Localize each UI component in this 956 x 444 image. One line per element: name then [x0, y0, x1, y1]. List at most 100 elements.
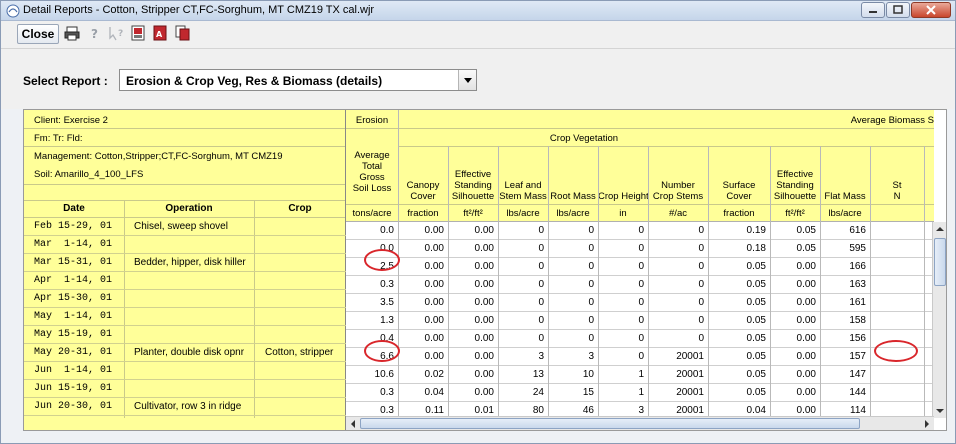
report-select-dropdown[interactable]: Erosion & Crop Veg, Res & Biomass (detai… — [119, 69, 477, 91]
table-cell: 0.00 — [424, 261, 444, 272]
grid-column-header: Effective Standing Silhouette — [451, 169, 495, 202]
grid-column-unit: ft²/ft² — [463, 208, 483, 219]
table-cell: 0.01 — [474, 405, 494, 416]
table-cell: 0 — [588, 225, 594, 236]
help-icon: ? — [91, 27, 98, 41]
context-help-button[interactable]: ? — [107, 24, 127, 44]
scroll-left-icon[interactable] — [346, 417, 360, 431]
table-cell: 157 — [849, 351, 866, 362]
table-row[interactable]: May 1-14, 01 — [24, 308, 346, 326]
chevron-down-icon[interactable] — [458, 70, 476, 90]
table-row[interactable]: 0.3 0.04 0.00 24 15 1 20001 0.05 0.00 144 — [346, 384, 934, 402]
grid-column-unit: ft²/ft² — [785, 208, 805, 219]
table-cell: 0.00 — [796, 297, 816, 308]
table-row[interactable]: Feb 15-29, 01 Chisel, sweep shovel — [24, 218, 346, 236]
copy-button[interactable] — [173, 24, 193, 44]
help-button[interactable]: ? — [85, 24, 105, 44]
table-cell: 0 — [698, 261, 704, 272]
maximize-button[interactable] — [886, 2, 910, 18]
table-cell: 1 — [638, 387, 644, 398]
grid-column-unit: in — [619, 208, 627, 219]
scroll-down-icon[interactable] — [933, 404, 947, 418]
table-cell: 0.00 — [474, 387, 494, 398]
table-row[interactable]: Mar 15-31, 01 Bedder, hipper, disk hiller — [24, 254, 346, 272]
grid-column-header: Average Total Gross Soil Loss — [352, 150, 392, 194]
erosion-header: Erosion — [355, 115, 389, 126]
table-cell: 0.05 — [746, 333, 766, 344]
table-row[interactable]: 6.6 0.00 0.00 3 3 0 20001 0.05 0.00 157 — [346, 348, 934, 366]
vertical-scroll-thumb[interactable] — [934, 238, 946, 286]
table-cell: 616 — [849, 225, 866, 236]
table-cell: 156 — [849, 333, 866, 344]
table-cell: 0.00 — [796, 333, 816, 344]
row-operation: Bedder, hipper, disk hiller — [134, 257, 246, 268]
table-cell: 20001 — [676, 405, 704, 416]
pdf-button[interactable]: A — [151, 24, 171, 44]
table-row[interactable]: May 20-31, 01 Planter, double disk opnr Co… — [24, 344, 346, 362]
minimize-button[interactable] — [861, 2, 885, 18]
table-cell: 0.05 — [746, 297, 766, 308]
row-operation: Planter, double disk opnr — [134, 347, 245, 358]
table-row[interactable]: Jun 20-30, 01 Cultivator, row 3 in ridge — [24, 398, 346, 416]
client-label: Client: Exercise 2 — [34, 115, 108, 126]
row-operation: Chisel, sweep shovel — [134, 221, 228, 232]
table-cell: 3.5 — [380, 297, 394, 308]
table-cell: 0 — [588, 243, 594, 254]
vertical-scrollbar[interactable] — [932, 222, 946, 418]
table-cell: 0.00 — [796, 261, 816, 272]
print-button[interactable] — [63, 24, 83, 44]
table-cell: 20001 — [676, 369, 704, 380]
export-icon — [131, 25, 145, 41]
table-row[interactable]: 2.5 0.00 0.00 0 0 0 0 0.05 0.00 166 — [346, 258, 934, 276]
table-row[interactable]: 0.0 0.00 0.00 0 0 0 0 0.19 0.05 616 — [346, 222, 934, 240]
table-cell: 0 — [588, 279, 594, 290]
table-cell: 0.00 — [474, 333, 494, 344]
table-cell: 0.00 — [424, 243, 444, 254]
table-row[interactable]: Jun 1-14, 01 — [24, 362, 346, 380]
table-cell: 0 — [638, 297, 644, 308]
table-row[interactable]: Apr 15-30, 01 — [24, 290, 346, 308]
table-cell: 0.00 — [474, 315, 494, 326]
table-row[interactable]: 0.3 0.00 0.00 0 0 0 0 0.05 0.00 163 — [346, 276, 934, 294]
table-row[interactable]: 3.5 0.00 0.00 0 0 0 0 0.05 0.00 161 — [346, 294, 934, 312]
table-cell: 0.00 — [796, 279, 816, 290]
table-cell: 595 — [849, 243, 866, 254]
table-row[interactable]: 0.0 0.00 0.00 0 0 0 0 0.18 0.05 595 — [346, 240, 934, 258]
close-window-button[interactable] — [911, 2, 951, 18]
grid-column-unit: tons/acre — [352, 208, 392, 219]
grid-column-unit: lbs/acre — [828, 208, 862, 219]
svg-text:?: ? — [118, 29, 123, 39]
table-cell: 0 — [698, 243, 704, 254]
export-button[interactable] — [129, 24, 149, 44]
table-row[interactable]: Jun 15-19, 01 — [24, 380, 346, 398]
table-row[interactable]: 1.3 0.00 0.00 0 0 0 0 0.05 0.00 158 — [346, 312, 934, 330]
title-bar: Detail Reports - Cotton, Stripper CT,FC-… — [1, 1, 955, 21]
table-row[interactable]: Mar 1-14, 01 — [24, 236, 346, 254]
operation-column-header: Operation — [165, 203, 213, 214]
table-cell: 10 — [582, 369, 594, 380]
date-column-header: Date — [63, 203, 85, 214]
close-button[interactable]: Close — [17, 24, 59, 44]
table-cell: 0.18 — [746, 243, 766, 254]
table-cell: 0.00 — [424, 333, 444, 344]
table-row[interactable]: Apr 1-14, 01 — [24, 272, 346, 290]
row-date: Mar 1-14, 01 — [34, 239, 113, 250]
table-row[interactable]: May 15-19, 01 — [24, 326, 346, 344]
table-cell: 0 — [698, 333, 704, 344]
row-date: Mar 15-31, 01 — [34, 257, 113, 268]
table-row[interactable]: 10.6 0.02 0.00 13 10 1 20001 0.05 0.00 147 — [346, 366, 934, 384]
table-cell: 114 — [850, 405, 866, 416]
horizontal-scrollbar[interactable] — [346, 416, 934, 430]
table-cell: 0.0 — [380, 225, 394, 236]
crop-vegetation-header: Crop Vegetation — [549, 133, 619, 144]
horizontal-scroll-thumb[interactable] — [360, 418, 860, 429]
soil-label: Soil: Amarillo_4_100_LFS — [34, 169, 144, 180]
scroll-up-icon[interactable] — [933, 222, 947, 236]
table-cell: 0.00 — [424, 297, 444, 308]
table-cell: 0 — [698, 315, 704, 326]
table-cell: 0.00 — [424, 351, 444, 362]
scroll-right-icon[interactable] — [920, 417, 934, 431]
window-controls — [860, 2, 951, 19]
table-row[interactable]: 0.4 0.00 0.00 0 0 0 0 0.05 0.00 156 — [346, 330, 934, 348]
grid-column-header: Number Crop Stems — [652, 180, 704, 202]
